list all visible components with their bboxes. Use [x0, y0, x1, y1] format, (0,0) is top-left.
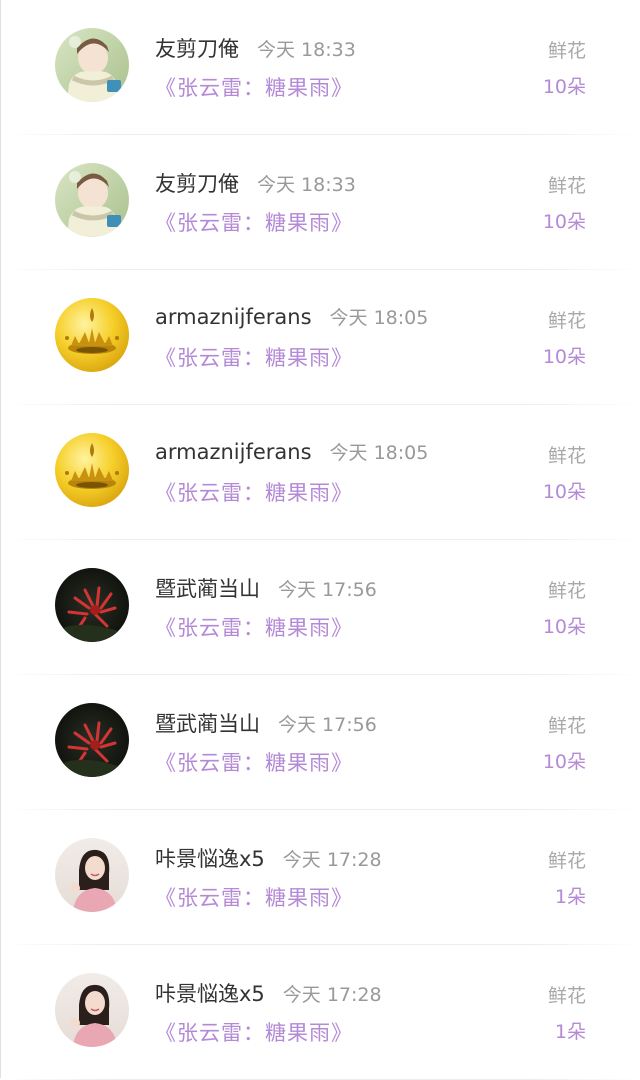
gift-count: 1朵 [554, 1021, 586, 1043]
avatar-scarf-person-icon[interactable] [55, 28, 129, 102]
name-line: 暨武蔺当山 今天 17:56 [155, 573, 377, 603]
gift-record-row[interactable]: 暨武蔺当山 今天 17:56 《张云雷：糖果雨》 鲜花 10朵 [1, 540, 640, 675]
gift-target-title[interactable]: 《张云雷：糖果雨》 [155, 477, 353, 507]
timestamp: 今天 18:05 [329, 442, 429, 464]
gift-record-row[interactable]: 咔景悩逸x5 今天 17:28 《张云雷：糖果雨》 鲜花 1朵 [1, 945, 640, 1080]
gift-count: 10朵 [542, 616, 586, 638]
gift-target-title[interactable]: 《张云雷：糖果雨》 [155, 207, 353, 237]
gift-count: 10朵 [542, 211, 586, 233]
name-line: armaznijferans 今天 18:05 [155, 303, 428, 333]
name-line: 友剪刀俺 今天 18:33 [155, 33, 356, 63]
gift-count: 1朵 [554, 886, 586, 908]
gift-count: 10朵 [542, 481, 586, 503]
gift-target-title[interactable]: 《张云雷：糖果雨》 [155, 72, 353, 102]
gift-record-row[interactable]: 友剪刀俺 今天 18:33 《张云雷：糖果雨》 鲜花 10朵 [1, 0, 640, 135]
timestamp: 今天 17:56 [278, 579, 377, 601]
gift-target-title[interactable]: 《张云雷：糖果雨》 [155, 1017, 353, 1047]
gift-count: 10朵 [542, 76, 586, 98]
timestamp: 今天 17:56 [278, 714, 377, 736]
username[interactable]: 咔景悩逸x5 [155, 843, 265, 873]
username[interactable]: 友剪刀俺 [155, 168, 239, 198]
username[interactable]: 暨武蔺当山 [155, 708, 260, 738]
gift-target-title[interactable]: 《张云雷：糖果雨》 [155, 747, 353, 777]
gift-type-label: 鲜花 [547, 445, 586, 467]
name-line: 咔景悩逸x5 今天 17:28 [155, 843, 382, 873]
avatar-scarf-person-icon[interactable] [55, 163, 129, 237]
gift-type-label: 鲜花 [547, 850, 586, 872]
gift-type-label: 鲜花 [547, 310, 586, 332]
timestamp: 今天 18:33 [257, 39, 356, 61]
gift-record-row[interactable]: armaznijferans 今天 18:05 《张云雷：糖果雨》 鲜花 10朵 [1, 405, 640, 540]
name-line: 咔景悩逸x5 今天 17:28 [155, 978, 382, 1008]
username[interactable]: armaznijferans [155, 440, 312, 464]
avatar-girl-portrait-icon[interactable] [55, 973, 129, 1047]
gift-record-row[interactable]: 暨武蔺当山 今天 17:56 《张云雷：糖果雨》 鲜花 10朵 [1, 675, 640, 810]
username[interactable]: 咔景悩逸x5 [155, 978, 265, 1008]
gift-type-label: 鲜花 [547, 580, 586, 602]
gift-target-title[interactable]: 《张云雷：糖果雨》 [155, 342, 353, 372]
gift-type-label: 鲜花 [547, 40, 586, 62]
gift-target-title[interactable]: 《张云雷：糖果雨》 [155, 612, 353, 642]
username[interactable]: 暨武蔺当山 [155, 573, 260, 603]
gift-record-row[interactable]: 咔景悩逸x5 今天 17:28 《张云雷：糖果雨》 鲜花 1朵 [1, 810, 640, 945]
username[interactable]: armaznijferans [155, 305, 312, 329]
gift-record-row[interactable]: 友剪刀俺 今天 18:33 《张云雷：糖果雨》 鲜花 10朵 [1, 135, 640, 270]
timestamp: 今天 18:33 [257, 174, 356, 196]
gift-type-label: 鲜花 [547, 175, 586, 197]
gift-record-row[interactable]: armaznijferans 今天 18:05 《张云雷：糖果雨》 鲜花 10朵 [1, 270, 640, 405]
gift-target-title[interactable]: 《张云雷：糖果雨》 [155, 882, 353, 912]
username[interactable]: 友剪刀俺 [155, 33, 239, 63]
gift-type-label: 鲜花 [547, 985, 586, 1007]
name-line: 友剪刀俺 今天 18:33 [155, 168, 356, 198]
avatar-red-flower-icon[interactable] [55, 703, 129, 777]
name-line: armaznijferans 今天 18:05 [155, 438, 428, 468]
gift-count: 10朵 [542, 751, 586, 773]
timestamp: 今天 18:05 [329, 307, 429, 329]
gift-type-label: 鲜花 [547, 715, 586, 737]
avatar-gold-splash-icon[interactable] [55, 433, 129, 507]
gift-count: 10朵 [542, 346, 586, 368]
avatar-gold-splash-icon[interactable] [55, 298, 129, 372]
gift-record-list: 友剪刀俺 今天 18:33 《张云雷：糖果雨》 鲜花 10朵 友剪刀俺 今天 1… [1, 0, 640, 1080]
avatar-girl-portrait-icon[interactable] [55, 838, 129, 912]
timestamp: 今天 17:28 [282, 984, 382, 1006]
timestamp: 今天 17:28 [282, 849, 382, 871]
name-line: 暨武蔺当山 今天 17:56 [155, 708, 377, 738]
avatar-red-flower-icon[interactable] [55, 568, 129, 642]
